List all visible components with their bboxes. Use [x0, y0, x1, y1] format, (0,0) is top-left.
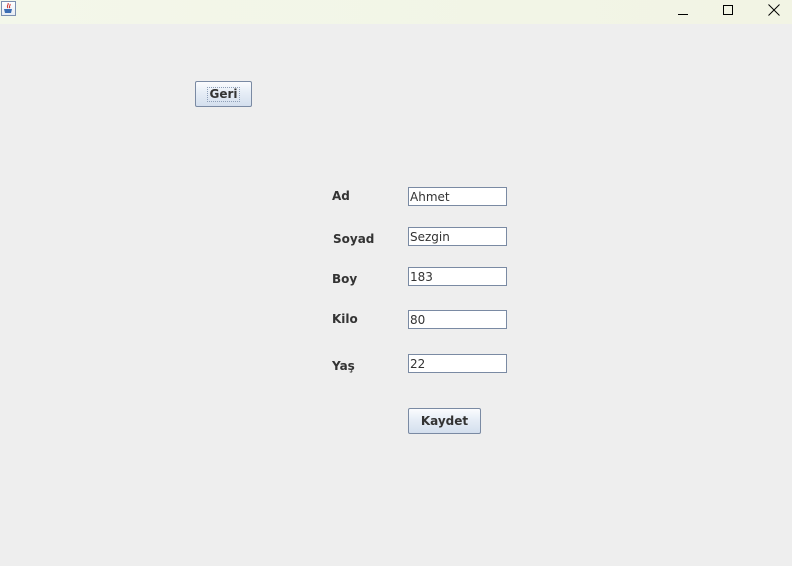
soyad-label: Soyad: [333, 232, 375, 246]
boy-label: Boy: [332, 272, 358, 286]
minimize-button[interactable]: [661, 0, 706, 20]
boy-input[interactable]: [408, 267, 507, 286]
ad-label: Ad: [332, 189, 350, 203]
back-button[interactable]: Geri: [195, 81, 252, 107]
content-pane: Geri Ad Soyad Boy Kilo Yaş Kaydet: [0, 24, 792, 566]
maximize-button[interactable]: [706, 0, 751, 20]
title-bar[interactable]: [0, 0, 792, 24]
close-icon: [767, 4, 780, 16]
yas-input[interactable]: [408, 354, 507, 373]
save-button[interactable]: Kaydet: [408, 408, 481, 434]
kilo-input[interactable]: [408, 310, 507, 329]
kilo-label: Kilo: [332, 312, 358, 326]
maximize-icon: [723, 4, 733, 15]
soyad-input[interactable]: [408, 227, 507, 246]
minimize-icon: [678, 13, 688, 15]
ad-input[interactable]: [408, 187, 507, 206]
yas-label: Yaş: [332, 359, 355, 373]
app-window: Geri Ad Soyad Boy Kilo Yaş Kaydet: [0, 0, 792, 566]
close-button[interactable]: [751, 0, 792, 20]
back-button-label: Geri: [207, 86, 240, 102]
java-cup-icon[interactable]: [1, 1, 16, 16]
